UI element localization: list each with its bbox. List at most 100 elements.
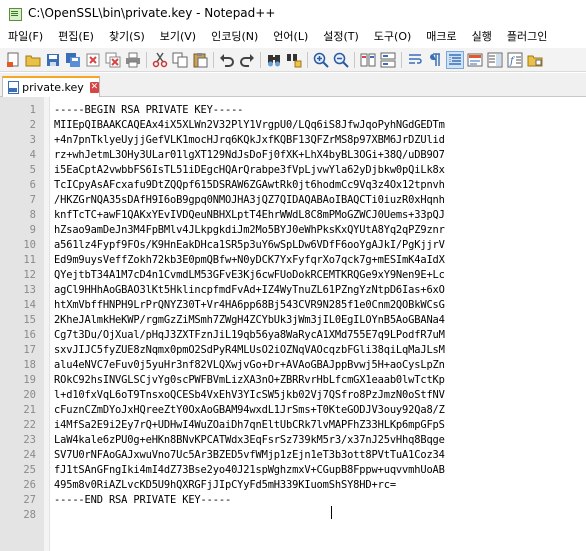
editor-line[interactable]: 8 knfTcTC+awF1QAKxYEvIVDQeuNBHXLptT4EhrWW… xyxy=(0,208,586,223)
editor-line[interactable]: 28 xyxy=(0,508,586,523)
sync-horizontal-icon[interactable] xyxy=(380,52,396,68)
menu-language[interactable]: 언어(L) xyxy=(265,27,315,47)
editor-line[interactable]: 23 LaW4kale6zPU0g+eHKn8BNvKPCATWdx3EqFsrS… xyxy=(0,433,586,448)
folder-workspace-icon[interactable] xyxy=(527,52,543,68)
editor-line[interactable]: 6 TcICpyAsAFcxafu9DtZQQpf615DSRAW6ZGAwtRk… xyxy=(0,178,586,193)
editor-line[interactable]: 22 i4MfSa2E9i2Ey7rQ+UDHwI4WuZOaiDh7qnEltU… xyxy=(0,418,586,433)
editor-line[interactable]: 5 i5EaCptA2vwbbFS6IsTL51iDEgcHQArQrabpe3f… xyxy=(0,163,586,178)
editor-line[interactable]: 26 495m8v0RiAZLvcKD5U9hQXRGFjJIpCYyFd5mH3… xyxy=(0,478,586,493)
open-file-icon[interactable] xyxy=(25,52,41,68)
line-text[interactable]: +4n7pnTklyeUyjjGefVLK1mocHJrq6KQkJxfKQBF… xyxy=(54,133,445,148)
line-text[interactable]: fJ1tSAnGFngIki4mI4dZ73Bse2yo40J21spWghzm… xyxy=(54,463,445,478)
word-wrap-icon[interactable] xyxy=(407,52,423,68)
editor-line[interactable]: 10 a561lz4Fypf9FOs/K9HnEakDHca1SR5p3uY6wS… xyxy=(0,238,586,253)
editor-line[interactable]: 27 -----END RSA PRIVATE KEY----- xyxy=(0,493,586,508)
editor-line[interactable]: 20 l+d10fxVqL6oT9TnsxoQCESb4VxEhV3YIcSW5j… xyxy=(0,388,586,403)
editor-line[interactable]: 21 cFuznCZmDYoJxHQreeZtY0OxAoGBAM94wxdL1J… xyxy=(0,403,586,418)
line-text[interactable]: -----BEGIN RSA PRIVATE KEY----- xyxy=(54,103,243,118)
line-text[interactable]: alu4eNVC7eFuv0j5yuHr3nf82VLQXwjvGo+Dr+AV… xyxy=(54,358,445,373)
line-text[interactable]: a561lz4Fypf9FOs/K9HnEakDHca1SR5p3uY6wSpL… xyxy=(54,238,445,253)
editor-line[interactable]: 11 Ed9m9uysVeffZokh72kb3E0pmQBfw+N0yDCK7Y… xyxy=(0,253,586,268)
editor-line[interactable]: 14 htXmVbffHNPH9LrPrQNYZ30T+Vr4HA6pp68Bj5… xyxy=(0,298,586,313)
tab-close-icon[interactable]: ✕ xyxy=(89,82,99,93)
menu-plugins[interactable]: 플러그인 xyxy=(499,27,554,47)
editor-line[interactable]: 12 QYejtbT34A1M7cD4n1CvmdLM53GFvE3Kj6cwFU… xyxy=(0,268,586,283)
cut-icon[interactable] xyxy=(152,52,168,68)
line-text[interactable]: i5EaCptA2vwbbFS6IsTL51iDEgcHQArQrabpe3fV… xyxy=(54,163,445,178)
line-text[interactable]: QYejtbT34A1M7cD4n1CvmdLM53GFvE3Kj6cwFUoD… xyxy=(54,268,445,283)
line-text[interactable]: rz+whJetmL3OHy3ULar01lgXT129NdJsDoFj0fXK… xyxy=(54,148,445,163)
line-text[interactable]: Ed9m9uysVeffZokh72kb3E0pmQBfw+N0yDCK7YxF… xyxy=(54,253,445,268)
close-all-icon[interactable] xyxy=(105,52,121,68)
undo-icon[interactable] xyxy=(219,52,235,68)
menu-search[interactable]: 찾기(S) xyxy=(101,27,152,47)
editor-line[interactable]: 1 -----BEGIN RSA PRIVATE KEY----- xyxy=(0,103,586,118)
editor-line[interactable]: 25 fJ1tSAnGFngIki4mI4dZ73Bse2yo40J21spWgh… xyxy=(0,463,586,478)
editor-line[interactable]: 9 hZsao9amDeJn3M4FpBMlv4JLkpgkdiJm2Mo5BYJ… xyxy=(0,223,586,238)
menu-file[interactable]: 파일(F) xyxy=(0,27,50,47)
line-text[interactable]: 2KheJAlmkHeKWP/rgmGzZiMSmh7ZWgH4ZCYbUk3j… xyxy=(54,313,445,328)
line-text[interactable]: TcICpyAsAFcxafu9DtZQQpf615DSRAW6ZGAwtRk0… xyxy=(54,178,445,193)
redo-icon[interactable] xyxy=(239,52,255,68)
replace-icon[interactable] xyxy=(286,52,302,68)
editor-line[interactable]: 16 Cg7t3Du/OjXual/pHqJ3ZXTFznJiL19qb56ya8… xyxy=(0,328,586,343)
line-text[interactable]: /HKZGrNQA35sDAfH9I6oB9gpq0NMOJHA3jQZ7QID… xyxy=(54,193,445,208)
show-all-chars-icon[interactable] xyxy=(427,52,443,68)
editor-line[interactable]: 18 alu4eNVC7eFuv0j5yuHr3nf82VLQXwjvGo+Dr+… xyxy=(0,358,586,373)
menu-run[interactable]: 실행 xyxy=(464,27,499,47)
find-icon[interactable] xyxy=(266,52,282,68)
editor-line[interactable]: 2 MIIEpQIBAAKCAQEAx4iX5XLWn2V32PlY1VrgpU0… xyxy=(0,118,586,133)
udl-icon[interactable] xyxy=(467,52,483,68)
new-file-icon[interactable] xyxy=(5,52,21,68)
line-number: 16 xyxy=(23,329,36,341)
line-text[interactable]: ROkC92hsINVGLSCjvYg0scPWFBVmLizXA3nO+ZBR… xyxy=(54,373,445,388)
close-icon[interactable] xyxy=(85,52,101,68)
line-text[interactable]: 495m8v0RiAZLvcKD5U9hQXRGFjJIpCYyFd5mH339… xyxy=(54,478,396,493)
save-icon[interactable] xyxy=(45,52,61,68)
line-text[interactable]: htXmVbffHNPH9LrPrQNYZ30T+Vr4HA6pp68Bj543… xyxy=(54,298,445,313)
editor-line[interactable]: 17 sxvJIJC5fyZUE8zNqmx0pmO2SdPyR4MLUsO2iO… xyxy=(0,343,586,358)
zoom-in-icon[interactable] xyxy=(313,52,329,68)
save-all-icon[interactable] xyxy=(65,52,81,68)
editor-line[interactable]: 3 +4n7pnTklyeUyjjGefVLK1mocHJrq6KQkJxfKQB… xyxy=(0,133,586,148)
editor-line[interactable]: 13 agCl9HHhAoGBAO3lKt5HklincpfmdFvAd+IZ4W… xyxy=(0,283,586,298)
editor-line[interactable]: 7/HKZGrNQA35sDAfH9I6oB9gpq0NMOJHA3jQZ7QI… xyxy=(0,193,586,208)
line-text[interactable]: SV7U0rNFAoGAJxwuVno7Uc5Ar3BZED5vfWMjp1zE… xyxy=(54,448,445,463)
function-list-icon[interactable]: f xyxy=(507,52,523,68)
line-text[interactable]: i4MfSa2E9i2Ey7rQ+UDHwI4WuZOaiDh7qnEltUbC… xyxy=(54,418,445,433)
line-text[interactable]: knfTcTC+awF1QAKxYEvIVDQeuNBHXLptT4EhrWWd… xyxy=(54,208,445,223)
line-text[interactable]: -----END RSA PRIVATE KEY----- xyxy=(54,493,231,508)
editor-area[interactable]: 1 -----BEGIN RSA PRIVATE KEY----- 2 MIIEpQI… xyxy=(0,97,586,551)
editor-line[interactable]: 19 ROkC92hsINVGLSCjvYg0scPWFBVmLizXA3nO+Z… xyxy=(0,373,586,388)
menu-macro[interactable]: 매크로 xyxy=(418,27,463,47)
line-text[interactable]: l+d10fxVqL6oT9TnsxoQCESb4VxEhV3YIcSW5jkb… xyxy=(54,388,445,403)
line-text[interactable]: Cg7t3Du/OjXual/pHqJ3ZXTFznJiL19qb56ya8Wa… xyxy=(54,328,445,343)
zoom-out-icon[interactable] xyxy=(333,52,349,68)
line-text[interactable]: cFuznCZmDYoJxHQreeZtY0OxAoGBAM94wxdL1JrS… xyxy=(54,403,445,418)
line-text[interactable]: MIIEpQIBAAKCAQEAx4iX5XLWn2V32PlY1VrgpU0/… xyxy=(54,118,445,133)
paste-icon[interactable] xyxy=(192,52,208,68)
tab-label: private.key xyxy=(22,81,84,94)
menu-settings[interactable]: 설정(T) xyxy=(315,27,366,47)
line-text[interactable]: agCl9HHhAoGBAO3lKt5HklincpfmdFvAd+IZ4WyT… xyxy=(54,283,445,298)
menu-tools[interactable]: 도구(O) xyxy=(366,27,418,47)
line-text[interactable]: sxvJIJC5fyZUE8zNqmx0pmO2SdPyR4MLUsO2iOZN… xyxy=(54,343,445,358)
menu-view[interactable]: 보기(V) xyxy=(152,27,203,47)
line-text[interactable]: hZsao9amDeJn3M4FpBMlv4JLkpgkdiJm2Mo5BYJ0… xyxy=(54,223,445,238)
indent-guide-icon[interactable] xyxy=(446,50,464,69)
menu-encoding[interactable]: 인코딩(N) xyxy=(203,27,265,47)
editor-line[interactable]: 15 2KheJAlmkHeKWP/rgmGzZiMSmh7ZWgH4ZCYbUk… xyxy=(0,313,586,328)
menu-edit[interactable]: 편집(E) xyxy=(50,27,101,47)
sync-vertical-icon[interactable] xyxy=(360,52,376,68)
editor-line[interactable]: 4 rz+whJetmL3OHy3ULar01lgXT129NdJsDoFj0fX… xyxy=(0,148,586,163)
print-icon[interactable] xyxy=(125,52,141,68)
line-number: 1 xyxy=(29,104,36,116)
tab-private-key[interactable]: private.key ✕ xyxy=(2,76,100,97)
line-number: 26 xyxy=(23,479,36,491)
doc-map-icon[interactable] xyxy=(487,52,503,68)
copy-icon[interactable] xyxy=(172,52,188,68)
line-number: 2 xyxy=(29,119,36,131)
toolbar-separator xyxy=(146,51,147,68)
line-text[interactable]: LaW4kale6zPU0g+eHKn8BNvKPCATWdx3EqFsrSz7… xyxy=(54,433,445,448)
editor-line[interactable]: 24 SV7U0rNFAoGAJxwuVno7Uc5Ar3BZED5vfWMjp1… xyxy=(0,448,586,463)
